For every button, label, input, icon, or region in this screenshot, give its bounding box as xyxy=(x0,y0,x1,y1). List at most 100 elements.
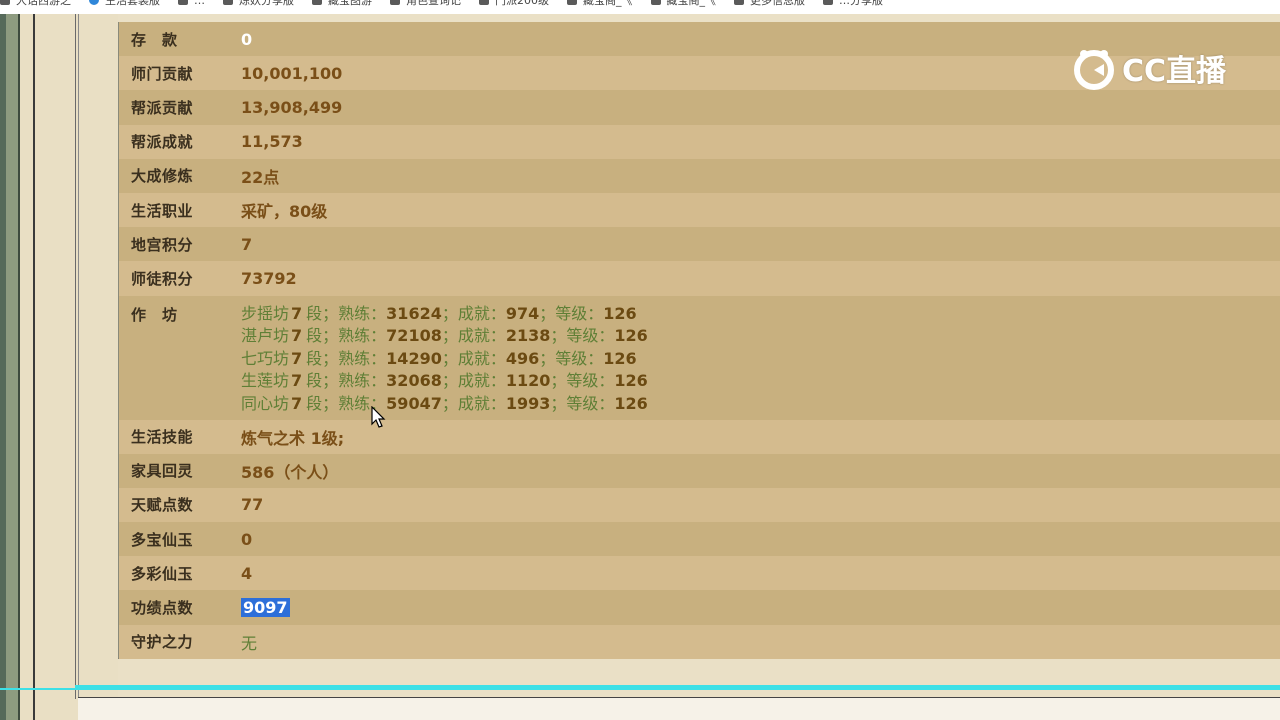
row-value: 7 xyxy=(241,234,253,254)
workshop-text: 段；熟练： xyxy=(306,326,387,345)
globe-icon xyxy=(89,0,99,5)
bookmark-item[interactable]: 藏宝阁_《 xyxy=(567,0,633,7)
workshop-value: 59047 xyxy=(386,393,442,413)
frame-border xyxy=(75,14,76,699)
cc-logo-icon xyxy=(1074,50,1114,90)
workshop-value: 126 xyxy=(603,348,637,368)
workshop-text: ；成就： xyxy=(441,393,506,413)
selected-text[interactable]: 9097 xyxy=(241,598,290,618)
row-label: 存 款 xyxy=(131,30,178,49)
workshop-text: 段；熟练： xyxy=(306,303,387,323)
table-row: 功绩点数 9097 xyxy=(119,590,1280,625)
workshop-text: 同心坊 xyxy=(241,393,290,413)
workshop-text: ；等级： xyxy=(550,393,615,413)
table-row-workshop: 作 坊步摇坊 7 段；熟练：31624；成就：974；等级：126 湛卢坊 7 段；熟练：… xyxy=(119,295,1280,420)
bookmark-label: …分享版 xyxy=(839,0,883,7)
folder-icon xyxy=(0,0,10,5)
workshop-text: 段；熟练： xyxy=(306,371,387,390)
row-value: 73792 xyxy=(241,268,297,288)
workshop-value: 126 xyxy=(614,393,648,413)
workshop-text: 湛卢坊 xyxy=(241,326,290,345)
workshop-value: 32068 xyxy=(386,371,442,390)
workshop-value: 126 xyxy=(614,371,648,390)
row-label: 家具回灵 xyxy=(131,462,194,481)
row-value: 22点 xyxy=(241,167,280,187)
table-row: 帮派成就 11,573 xyxy=(119,124,1280,159)
workshop-text: 生莲坊 xyxy=(241,371,290,390)
row-value: 0 xyxy=(241,29,253,49)
workshop-text: 步摇坊 xyxy=(241,303,290,323)
bookmark-item[interactable]: …分享版 xyxy=(823,0,883,7)
workshop-text: 段；熟练： xyxy=(306,348,387,368)
bookmark-item[interactable]: 角色查询记 xyxy=(390,0,461,7)
workshop-value: 7 xyxy=(291,348,303,368)
row-value: 77 xyxy=(241,495,264,515)
bookmark-item[interactable]: 藏宝阁_《 xyxy=(650,0,717,7)
bookmark-label: 炼妖分享版 xyxy=(239,0,294,7)
watermark-text: CC直播 xyxy=(1122,54,1227,89)
workshop-text: 七巧坊 xyxy=(241,348,290,368)
bookmark-item[interactable]: 生活套装版 xyxy=(89,0,160,7)
row-label: 师门贡献 xyxy=(131,64,194,83)
folder-icon xyxy=(479,0,489,5)
row-value: 13,908,499 xyxy=(241,97,343,117)
table-row: 生活职业 采矿，80级 xyxy=(119,192,1280,228)
table-row: 多宝仙玉 0 xyxy=(119,522,1280,557)
bookmark-item[interactable]: 炼妖分享版 xyxy=(223,0,294,7)
workshop-value: 14290 xyxy=(386,348,442,368)
row-value: 采矿，80级 xyxy=(241,202,328,222)
mouse-cursor-icon xyxy=(371,406,386,428)
frame-border xyxy=(6,14,18,720)
workshop-text: ；等级： xyxy=(550,326,615,345)
bookmark-label: … xyxy=(194,0,205,7)
row-value: 无 xyxy=(241,633,258,653)
bookmark-label: 藏宝阁_《 xyxy=(583,0,633,7)
workshop-text: ；等级： xyxy=(539,348,604,368)
workshop-text: ；等级： xyxy=(539,303,604,323)
frame-border xyxy=(78,14,79,699)
table-row: 大成修炼 22点 xyxy=(119,158,1280,193)
table-row: 帮派贡献 13,908,499 xyxy=(119,90,1280,125)
bookmark-label: 藏宝阁_《 xyxy=(666,0,717,7)
divider xyxy=(0,688,78,690)
bookmark-item[interactable]: 门派200级 xyxy=(479,0,549,7)
bookmark-item[interactable]: … xyxy=(178,0,205,7)
bookmark-label: 门派200级 xyxy=(495,0,549,7)
bookmark-item[interactable]: 更多信息版 xyxy=(734,0,805,7)
folder-icon xyxy=(223,0,233,5)
workshop-list: 步摇坊 7 段；熟练：31624；成就：974；等级：126 湛卢坊 7 段；熟练：721… xyxy=(241,296,648,416)
folder-icon xyxy=(312,0,322,5)
bookmarks-bar: 大话西游之 生活套装版 … 炼妖分享版 藏宝图游 角色查询记 门派200级 藏宝阁_《 藏宝阁_… xyxy=(0,0,1280,14)
workshop-text: ；成就： xyxy=(441,371,506,390)
row-value: 4 xyxy=(241,563,253,583)
divider xyxy=(75,685,1280,690)
page-footer xyxy=(78,698,1280,720)
folder-icon xyxy=(178,0,188,5)
folder-icon xyxy=(567,0,577,5)
row-label: 地宫积分 xyxy=(131,235,194,254)
row-value: 586（个人） xyxy=(241,462,339,482)
bookmark-item[interactable]: 藏宝图游 xyxy=(312,0,372,7)
row-label: 生活职业 xyxy=(131,201,194,220)
workshop-line: 七巧坊 7 段；熟练：14290；成就：496；等级：126 xyxy=(241,348,648,371)
workshop-text: ；成就： xyxy=(441,348,506,368)
workshop-value: 7 xyxy=(291,371,303,390)
workshop-value: 31624 xyxy=(386,303,442,323)
workshop-value: 126 xyxy=(614,326,648,345)
bookmark-item[interactable]: 大话西游之 xyxy=(0,0,71,7)
row-label: 师徒积分 xyxy=(131,269,194,288)
row-label: 帮派贡献 xyxy=(131,98,194,117)
row-label: 作 坊 xyxy=(131,305,178,324)
workshop-value: 7 xyxy=(291,326,303,345)
bookmark-label: 更多信息版 xyxy=(750,0,805,7)
workshop-value: 2138 xyxy=(505,326,551,345)
row-value: 9097 xyxy=(241,598,290,618)
folder-icon xyxy=(390,0,400,5)
bookmark-label: 角色查询记 xyxy=(406,0,461,7)
row-value: 11,573 xyxy=(241,132,303,152)
folder-icon xyxy=(650,0,661,5)
table-row: 守护之力 无 xyxy=(119,624,1280,659)
folder-icon xyxy=(734,0,744,5)
table-row: 地宫积分 7 xyxy=(119,227,1280,262)
workshop-value: 72108 xyxy=(386,326,442,345)
